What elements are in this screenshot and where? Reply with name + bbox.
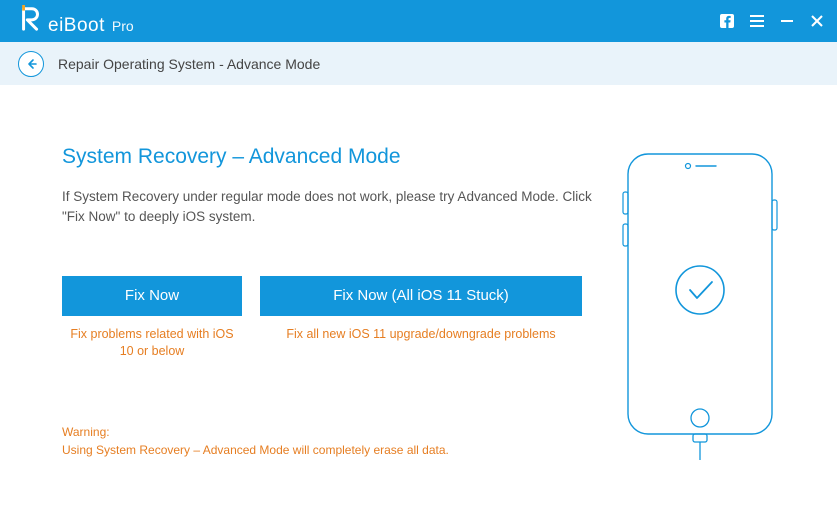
page-description: If System Recovery under regular mode do… [62,187,595,228]
page-heading: System Recovery – Advanced Mode [62,145,595,169]
warning-block: Warning: Using System Recovery – Advance… [62,423,595,459]
fix-now-button[interactable]: Fix Now [62,276,242,316]
button-row: Fix Now Fix Now (All iOS 11 Stuck) [62,276,595,316]
fix-now-ios11-button[interactable]: Fix Now (All iOS 11 Stuck) [260,276,582,316]
menu-icon[interactable] [749,13,765,29]
facebook-icon[interactable] [719,13,735,29]
fix-now-ios11-caption: Fix all new iOS 11 upgrade/downgrade pro… [260,326,582,361]
left-panel: System Recovery – Advanced Mode If Syste… [62,145,595,460]
reiboot-logo-icon [18,5,44,31]
minimize-button[interactable] [779,13,795,29]
warning-label: Warning: [62,423,595,441]
breadcrumb-bar: Repair Operating System - Advance Mode [0,42,837,85]
close-button[interactable] [809,13,825,29]
phone-illustration [620,150,780,460]
app-name: eiBoot [48,15,105,37]
app-logo: eiBoot Pro [18,5,134,37]
warning-text: Using System Recovery – Advanced Mode wi… [62,441,595,459]
fix-now-caption: Fix problems related with iOS 10 or belo… [62,326,242,361]
breadcrumb-text: Repair Operating System - Advance Mode [58,56,320,72]
right-panel [615,145,785,460]
app-suffix: Pro [112,18,134,34]
caption-row: Fix problems related with iOS 10 or belo… [62,326,595,361]
titlebar-controls [719,13,825,29]
titlebar: eiBoot Pro [0,0,837,42]
content-area: System Recovery – Advanced Mode If Syste… [0,85,837,470]
back-button[interactable] [18,51,44,77]
